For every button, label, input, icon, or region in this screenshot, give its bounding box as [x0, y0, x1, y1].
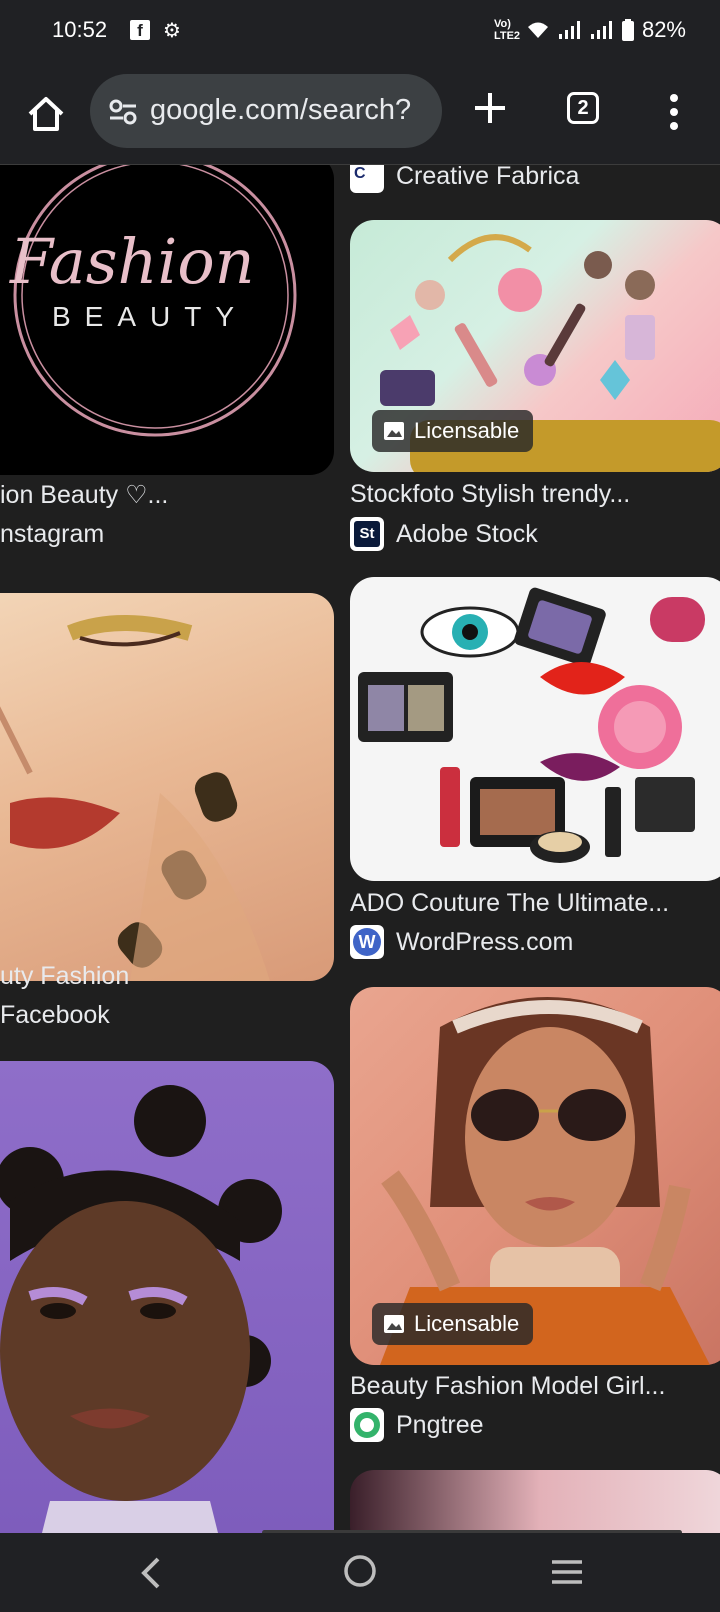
signal-icon — [558, 21, 580, 39]
settings-notification-icon: ⚙ — [163, 20, 181, 42]
tab-switcher-icon[interactable]: 2 — [567, 92, 599, 124]
logo-sub-text: BEAUTY — [52, 301, 249, 332]
licensable-badge: Licensable — [372, 1303, 534, 1345]
signal-icon-2 — [590, 21, 612, 39]
result-source[interactable]: Facebook — [0, 1001, 110, 1030]
cosmetics-collage-illustration — [358, 587, 705, 863]
pngtree-favicon — [350, 1408, 384, 1442]
more-vert-icon[interactable] — [664, 92, 684, 132]
system-nav-bar — [0, 1533, 720, 1612]
creative-fabrica-favicon: C — [350, 165, 384, 193]
image-icon — [384, 422, 404, 440]
result-title[interactable]: Beauty Fashion Model Girl... — [350, 1372, 665, 1401]
browser-toolbar: google.com/search? 2 — [0, 64, 720, 165]
result-source-label: Pngtree — [396, 1410, 484, 1439]
address-bar[interactable]: google.com/search? — [90, 74, 442, 148]
battery-percent: 82% — [641, 17, 686, 42]
result-image[interactable]: Licensable — [350, 987, 720, 1365]
result-image[interactable] — [0, 593, 334, 981]
adobe-stock-favicon: St — [350, 517, 384, 551]
result-image[interactable]: Licensable — [350, 220, 720, 472]
url-text: google.com/search? — [150, 94, 412, 126]
result-title[interactable]: ion Beauty ♡... — [0, 480, 168, 510]
result-image[interactable] — [350, 577, 720, 881]
face-illustration — [0, 615, 270, 981]
result-image[interactable]: Fashion BEAUTY — [0, 165, 334, 475]
result-image[interactable] — [350, 1470, 720, 1533]
facebook-notification-icon: f — [130, 20, 150, 40]
result-source[interactable]: nstagram — [0, 520, 104, 549]
result-source-label: Creative Fabrica — [396, 165, 580, 190]
badge-label: Licensable — [414, 418, 520, 443]
image-icon — [384, 1315, 404, 1333]
badge-label: Licensable — [414, 1311, 520, 1336]
favicon-text: St — [354, 521, 380, 547]
result-source[interactable]: St Adobe Stock — [350, 517, 538, 551]
result-source-label: Adobe Stock — [396, 519, 538, 548]
recents-icon[interactable] — [550, 1557, 584, 1587]
wordpress-favicon: W — [350, 925, 384, 959]
result-source-label: Facebook — [0, 1001, 110, 1029]
lte-label: Vo) LTE2 — [493, 18, 521, 42]
battery-icon — [621, 19, 634, 41]
licensable-badge: Licensable — [372, 410, 534, 452]
result-title[interactable]: Stockfoto Stylish trendy... — [350, 480, 630, 509]
result-source[interactable]: W WordPress.com — [350, 925, 573, 959]
plus-icon[interactable] — [470, 88, 510, 128]
status-time: 10:52 — [52, 17, 108, 42]
result-source[interactable]: C Creative Fabrica — [350, 165, 579, 193]
status-bar: 10:52 f ⚙ Vo) LTE2 82% — [0, 0, 720, 64]
back-icon[interactable] — [138, 1555, 166, 1591]
tune-icon[interactable] — [108, 98, 138, 126]
result-source-label: WordPress.com — [396, 927, 574, 956]
result-source-label: nstagram — [0, 520, 105, 548]
result-title[interactable]: uty Fashion — [0, 962, 129, 991]
image-results: Fashion BEAUTY ion Beauty ♡... nstagram … — [0, 165, 720, 1533]
wifi-icon — [527, 22, 548, 38]
home-icon[interactable] — [22, 90, 70, 138]
result-source[interactable]: Pngtree — [350, 1408, 484, 1442]
result-title[interactable]: ADO Couture The Ultimate... — [350, 889, 669, 918]
woman-portrait-illustration — [0, 1085, 282, 1533]
logo-script-text: Fashion — [10, 225, 255, 298]
home-circle-icon[interactable] — [342, 1553, 378, 1589]
result-image[interactable] — [0, 1061, 334, 1533]
